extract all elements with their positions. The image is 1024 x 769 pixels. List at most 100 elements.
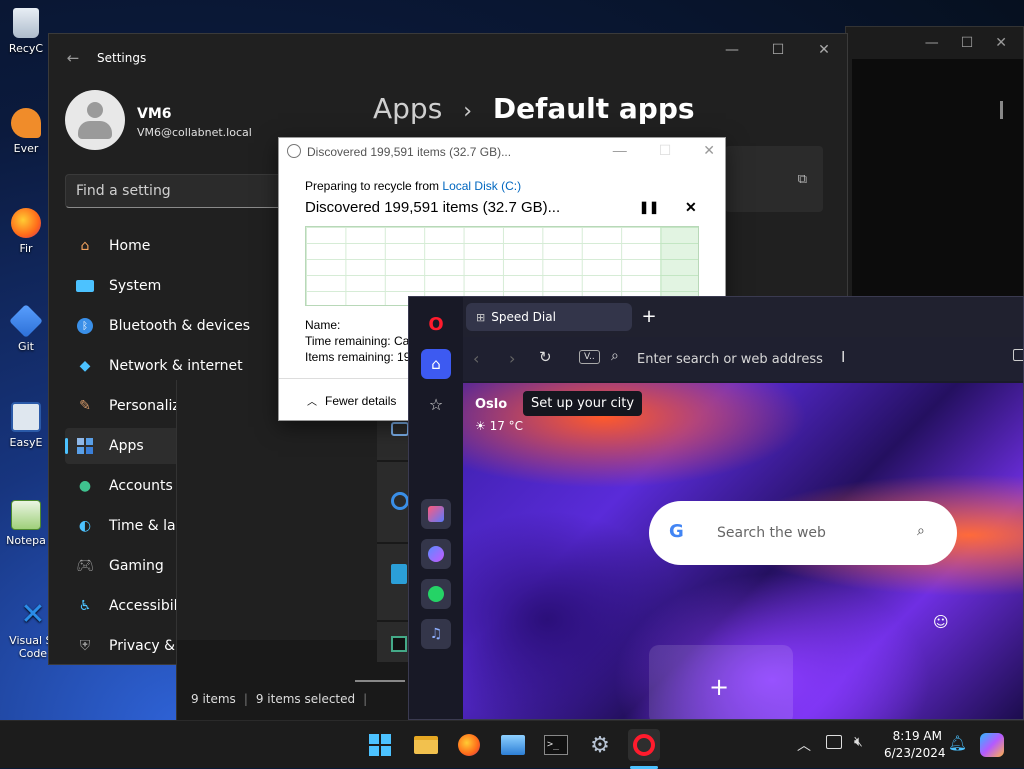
close-icon[interactable]: ✕ [703, 142, 715, 159]
speed-dial-background: Oslo Set up your city ☀ 17 °C G Search t… [463, 383, 1024, 720]
copilot-icon[interactable] [980, 733, 1004, 757]
cancel-button[interactable]: ✕ [685, 199, 697, 216]
time: 8:19 AM [884, 728, 942, 745]
avatar[interactable] [65, 90, 125, 150]
terminal-icon[interactable]: >_ [540, 729, 572, 761]
maximize-icon[interactable]: ☐ [659, 142, 672, 159]
maximize-icon[interactable]: ☐ [755, 34, 801, 66]
google-icon: G [669, 521, 684, 542]
windows-start-icon[interactable] [364, 729, 396, 761]
window-controls: — ☐ ✕ [846, 27, 1023, 59]
aria-icon[interactable] [421, 499, 451, 529]
firefox-icon[interactable] [453, 729, 485, 761]
fewer-details-button[interactable]: ︿ Fewer details [307, 393, 396, 408]
everything-icon [11, 108, 41, 138]
time-remaining-label: Time remaining: [305, 334, 391, 348]
home-icon[interactable]: ⌂ [421, 349, 451, 379]
whatsapp-icon[interactable] [421, 579, 451, 609]
opera-browser-window[interactable]: O ⌂ ☆ ♫ ⊞ Speed Dial + ‹ › ↻ V.. ⌕ Enter… [408, 296, 1024, 720]
chevron-up-icon: ︿ [307, 393, 317, 408]
pause-button[interactable]: ❚❚ [639, 200, 659, 214]
file-explorer-window[interactable]: 9 items | 9 items selected | [176, 380, 416, 720]
search-icon[interactable]: ⌕ [917, 523, 925, 539]
breadcrumb-separator: › [463, 99, 472, 124]
recycle-bin-shortcut[interactable]: RecyC [4, 8, 48, 55]
window-title: Settings [97, 51, 146, 65]
explorer-status-bar: 9 items | 9 items selected | [191, 692, 367, 706]
opera-menu-icon[interactable]: O [421, 309, 451, 339]
firefox-shortcut[interactable]: Fir [4, 208, 48, 255]
desktop-icon-label: Git [18, 340, 34, 353]
weather-city[interactable]: Oslo [475, 397, 507, 412]
camera-icon[interactable] [1013, 349, 1024, 361]
firefox-icon [11, 208, 41, 238]
minimize-icon[interactable]: — [925, 35, 939, 51]
app-icon [391, 564, 407, 584]
notepad-shortcut[interactable]: Notepa [4, 500, 48, 547]
address-input[interactable]: Enter search or web address [637, 352, 823, 367]
volume-mute-icon[interactable]: 🔇︎ [854, 734, 863, 750]
scrollbar-thumb[interactable] [1000, 101, 1003, 119]
accessibility-icon: ♿︎ [75, 596, 95, 616]
explorer-row[interactable] [377, 462, 411, 542]
settings-gear-icon[interactable]: ⚙ [584, 729, 616, 761]
music-player-icon[interactable]: ♫ [421, 619, 451, 649]
network-icon[interactable] [826, 735, 842, 749]
notification-bell-icon[interactable]: 🔔︎ [948, 734, 967, 752]
tab-search-badge[interactable]: V.. [579, 350, 600, 364]
messenger-icon[interactable] [421, 539, 451, 569]
progress-fill [660, 227, 698, 305]
close-icon[interactable]: ✕ [801, 34, 847, 66]
details-block: Name: Time remaining: Ca Items remaining… [305, 317, 410, 365]
scrollbar-thumb[interactable] [355, 680, 405, 682]
explorer-row[interactable] [377, 544, 411, 620]
address-bar-row: ‹ › ↻ V.. ⌕ Enter search or web address … [463, 337, 1024, 381]
home-icon: ⌂ [75, 236, 95, 256]
default-app-card[interactable]: ⧉ [725, 146, 823, 212]
source-link[interactable]: Local Disk (C:) [442, 179, 521, 193]
web-search-box[interactable]: G Search the web ⌕ [649, 501, 957, 565]
search-input[interactable]: Search the web [717, 525, 826, 541]
chevron-up-icon[interactable]: ︿ [797, 735, 811, 755]
clock-globe-icon: ◐ [75, 516, 95, 536]
easy-app-shortcut[interactable]: EasyE [4, 402, 48, 449]
forward-arrow-icon[interactable]: › [509, 349, 515, 368]
easy-app-icon [11, 402, 41, 432]
taskbar: >_ ⚙ ︿ 🔇︎ 8:19 AM 6/23/2024 🔔︎ [0, 720, 1024, 768]
progress-headline: Discovered 199,591 items (32.7 GB)... [305, 199, 560, 216]
maximize-icon[interactable]: ☐ [961, 35, 974, 51]
star-icon[interactable]: ☆ [421, 389, 451, 419]
gamepad-icon: 🎮︎ [75, 556, 95, 576]
back-arrow-icon[interactable]: ← [49, 49, 97, 67]
search-input[interactable]: Find a setting [65, 174, 297, 208]
emoji-icon[interactable]: ☺ [933, 613, 949, 631]
window-controls: — ☐ ✕ [709, 34, 847, 66]
new-tab-button[interactable]: + [639, 307, 659, 327]
user-email: VM6@collabnet.local [137, 126, 252, 139]
minimize-icon[interactable]: — [709, 34, 755, 66]
system-icon [75, 276, 95, 296]
text-cursor-icon: I [841, 348, 845, 366]
opera-icon[interactable] [628, 729, 660, 761]
desktop-icon-label: Notepa [6, 534, 46, 547]
git-shortcut[interactable]: Git [4, 306, 48, 353]
date: 6/23/2024 [884, 745, 942, 762]
reload-icon[interactable]: ↻ [539, 348, 552, 366]
everything-shortcut[interactable]: Ever [4, 108, 48, 155]
close-icon[interactable]: ✕ [995, 35, 1007, 51]
shield-icon: ⛨ [75, 636, 95, 656]
task-manager-icon[interactable] [497, 729, 529, 761]
tab-speed-dial[interactable]: ⊞ Speed Dial [466, 303, 632, 331]
grid-icon: ⊞ [476, 311, 485, 324]
weather-temp: ☀ 17 °C [475, 419, 523, 433]
apps-icon [75, 436, 95, 456]
explorer-row[interactable] [377, 622, 411, 662]
file-explorer-icon[interactable] [410, 729, 442, 761]
clock[interactable]: 8:19 AM 6/23/2024 [884, 728, 942, 762]
add-speed-dial-tile[interactable]: + [649, 645, 793, 720]
breadcrumb-parent[interactable]: Apps [373, 92, 442, 125]
back-arrow-icon[interactable]: ‹ [473, 349, 479, 368]
setup-city-tooltip[interactable]: Set up your city [523, 391, 642, 416]
minimize-icon[interactable]: — [613, 142, 627, 159]
preparing-text: Preparing to recycle from Local Disk (C:… [305, 179, 521, 193]
